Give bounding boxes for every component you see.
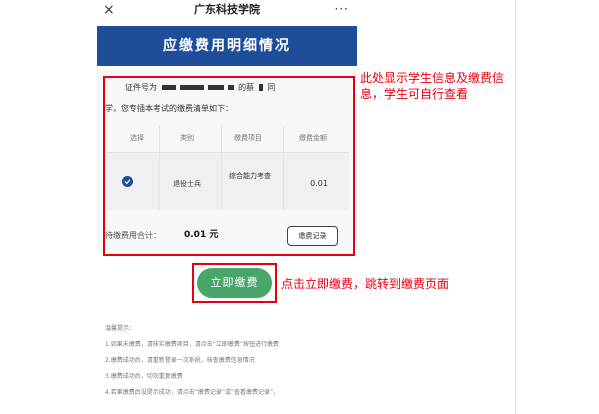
header-banner: 应缴费用明细情况 [97, 26, 357, 66]
tip-item: 1.如果未缴费，请核实缴费项目，请点击“立即缴费”按钮进行缴费 [105, 341, 279, 348]
divider [515, 0, 516, 414]
tip-item: 3.缴费成功后，切勿重复缴费 [105, 373, 183, 380]
annotation-highlight-box [103, 76, 355, 256]
more-options-icon[interactable]: ··· [335, 1, 349, 17]
screenshot-canvas: × 广东科技学院 ··· 应缴费用明细情况 证件号为 的蔡 同 学，您专插本考试… [0, 0, 599, 414]
tips-title: 温馨提示： [105, 325, 136, 332]
tip-item: 4.若果缴费后没提示成功，请点击“缴费记录”或“查看缴费记录”， [105, 389, 280, 396]
annotation-pay: 点击立即缴费，跳转到缴费页面 [281, 277, 450, 291]
annotation-info: 此处显示学生信息及缴费信息，学生可自行查看 [360, 71, 505, 101]
tips-section: 温馨提示： 1.如果未缴费，请核实缴费项目，请点击“立即缴费”按钮进行缴费 2.… [105, 325, 355, 405]
pay-now-button[interactable]: 立即缴费 [197, 268, 272, 298]
page-title: 广东科技学院 [194, 3, 260, 16]
banner-title: 应缴费用明细情况 [163, 38, 291, 54]
top-nav-bar: × 广东科技学院 ··· [97, 0, 357, 22]
tip-item: 2.缴费成功后，请重新登录一次系统，核查缴费信息情况 [105, 357, 255, 364]
